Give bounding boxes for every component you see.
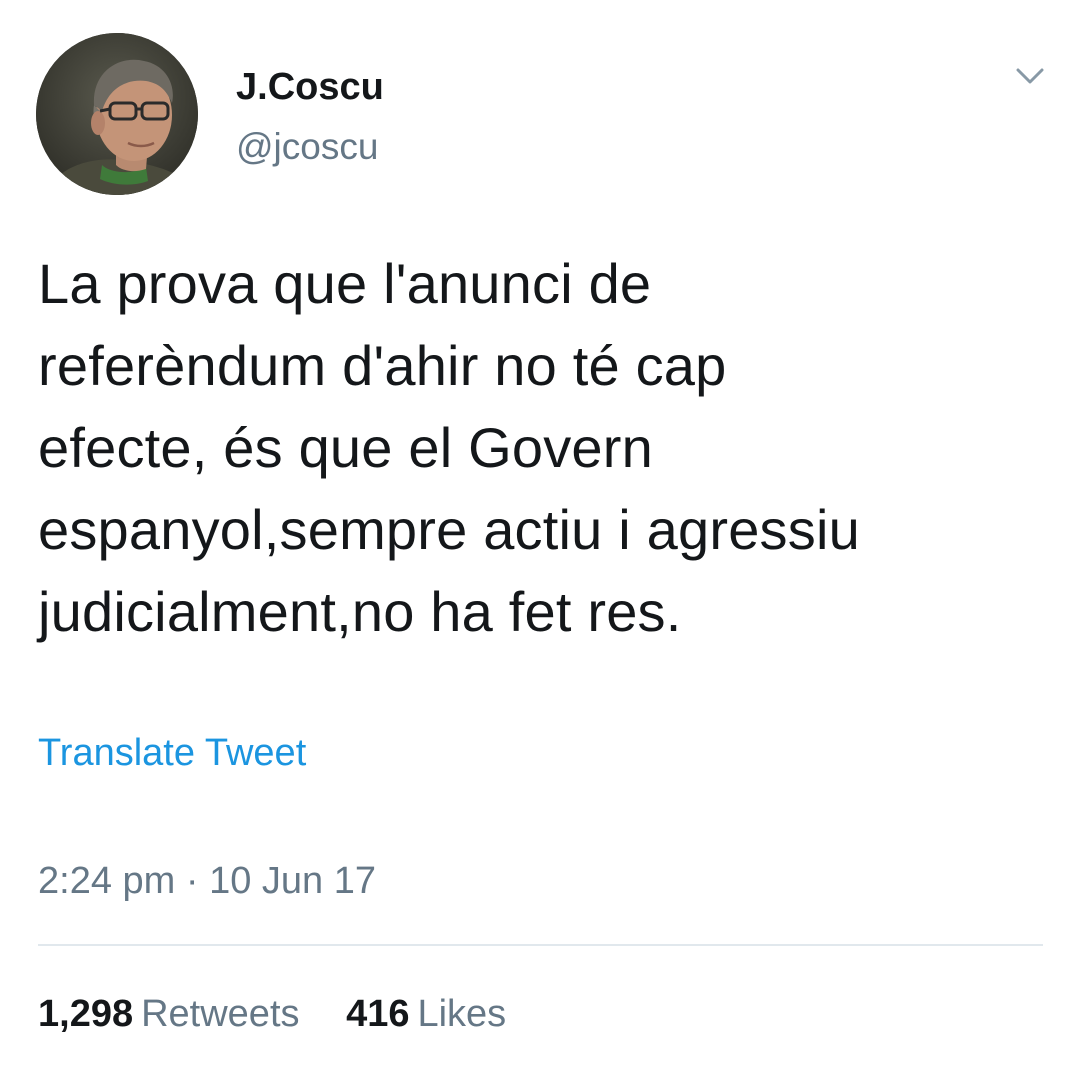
retweets-stat[interactable]: 1,298 Retweets	[38, 988, 300, 1040]
tweet-date: 10 Jun 17	[209, 860, 377, 902]
avatar[interactable]	[36, 33, 198, 195]
author-handle[interactable]: @jcoscu	[236, 122, 378, 172]
tweet-timestamp[interactable]: 2:24 pm · 10 Jun 17	[38, 855, 376, 907]
divider	[38, 944, 1043, 946]
tweet-stats: 1,298 Retweets 416 Likes	[38, 988, 506, 1040]
tweet-text-line: judicialment,no ha fet res.	[38, 580, 682, 643]
avatar-photo	[36, 33, 198, 195]
tweet-detail: J.Coscu @jcoscu La prova que l'anunci de…	[0, 0, 1080, 1078]
tweet-text: La prova que l'anunci de referèndum d'ah…	[38, 243, 1048, 653]
tweet-menu-button[interactable]	[1010, 62, 1050, 92]
tweet-time: 2:24 pm	[38, 860, 176, 902]
timestamp-separator: ·	[185, 860, 199, 902]
likes-stat[interactable]: 416 Likes	[346, 988, 506, 1040]
retweets-label: Retweets	[141, 993, 300, 1035]
author-display-name[interactable]: J.Coscu	[236, 62, 384, 112]
likes-count: 416	[346, 993, 410, 1035]
tweet-text-line: efecte, és que el Govern	[38, 416, 653, 479]
likes-label: Likes	[417, 993, 507, 1035]
tweet-text-line: La prova que l'anunci de	[38, 252, 652, 315]
tweet-text-line: espanyol,sempre actiu i agressiu	[38, 498, 860, 561]
tweet-text-line: referèndum d'ahir no té cap	[38, 334, 727, 397]
chevron-down-icon	[1016, 68, 1044, 84]
translate-tweet-link[interactable]: Translate Tweet	[38, 727, 306, 779]
retweets-count: 1,298	[38, 993, 134, 1035]
